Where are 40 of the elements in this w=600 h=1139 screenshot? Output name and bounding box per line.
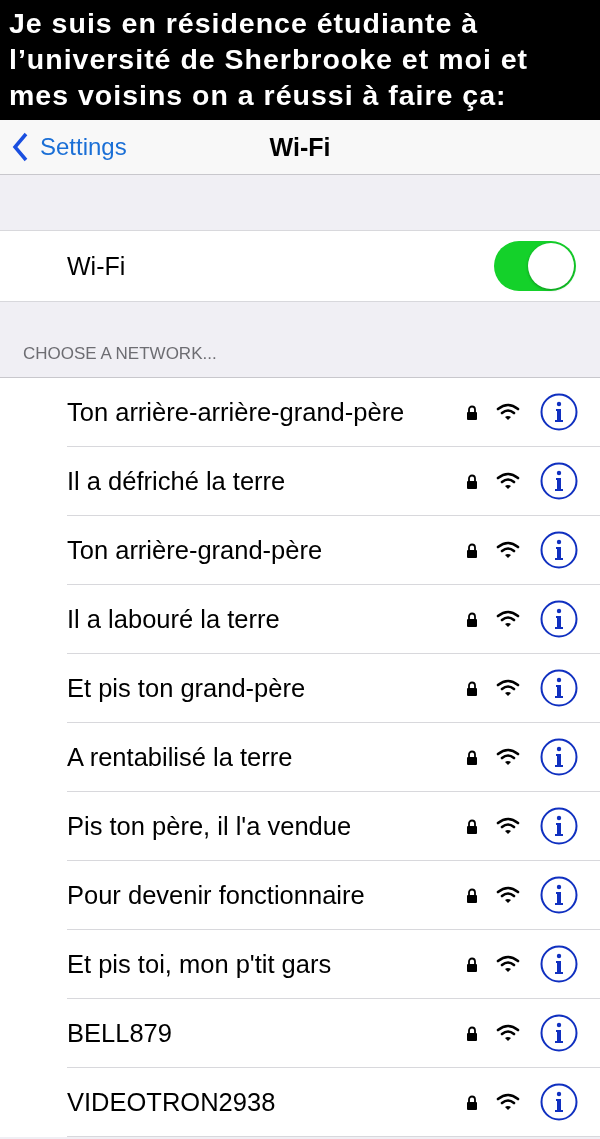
- network-name[interactable]: Il a défriché la terre: [67, 466, 460, 496]
- wifi-signal-icon: [496, 955, 520, 973]
- wifi-signal-icon: [496, 403, 520, 421]
- info-icon[interactable]: [540, 1014, 578, 1052]
- info-icon[interactable]: [540, 462, 578, 500]
- network-name[interactable]: A rentabilisé la terre: [67, 742, 460, 772]
- wifi-signal-icon: [496, 1024, 520, 1042]
- wifi-signal-icon: [496, 748, 520, 766]
- section-header: CHOOSE A NETWORK...: [23, 344, 217, 364]
- wifi-signal-icon: [496, 886, 520, 904]
- network-name[interactable]: Il a labouré la terre: [67, 604, 460, 634]
- wifi-signal-icon: [496, 679, 520, 697]
- back-chevron-icon: [12, 132, 28, 162]
- info-icon[interactable]: [540, 393, 578, 431]
- wifi-signal-icon: [496, 472, 520, 490]
- network-name[interactable]: Et pis toi, mon p'tit gars: [67, 949, 460, 979]
- info-icon[interactable]: [540, 738, 578, 776]
- wifi-signal-icon: [496, 541, 520, 559]
- info-icon[interactable]: [540, 600, 578, 638]
- info-icon[interactable]: [540, 945, 578, 983]
- back-button[interactable]: Settings: [0, 132, 127, 162]
- wifi-signal-icon: [496, 817, 520, 835]
- network-name[interactable]: VIDEOTRON2938: [67, 1087, 460, 1117]
- info-icon[interactable]: [540, 1083, 578, 1121]
- network-name[interactable]: Ton arrière-grand-père: [67, 535, 460, 565]
- wifi-signal-icon: [496, 1093, 520, 1111]
- caption-text: Je suis en résidence étudiante à l’université de Sherbrooke et moi et mes voisins on a réussi à faire ça:: [9, 6, 530, 113]
- screen-title: Wi-Fi: [268, 132, 332, 162]
- wifi-toggle[interactable]: [494, 241, 576, 291]
- network-name[interactable]: Et pis ton grand-père: [67, 673, 460, 703]
- network-name[interactable]: Ton arrière-arrière-grand-père: [67, 397, 460, 427]
- info-icon[interactable]: [540, 876, 578, 914]
- info-icon[interactable]: [540, 807, 578, 845]
- network-name[interactable]: Pour devenir fonctionnaire: [67, 880, 460, 910]
- info-icon[interactable]: [540, 669, 578, 707]
- network-name[interactable]: Pis ton père, il l'a vendue: [67, 811, 460, 841]
- wifi-label: Wi-Fi: [67, 251, 126, 281]
- info-icon[interactable]: [540, 531, 578, 569]
- network-name[interactable]: BELL879: [67, 1018, 460, 1048]
- wifi-signal-icon: [496, 610, 520, 628]
